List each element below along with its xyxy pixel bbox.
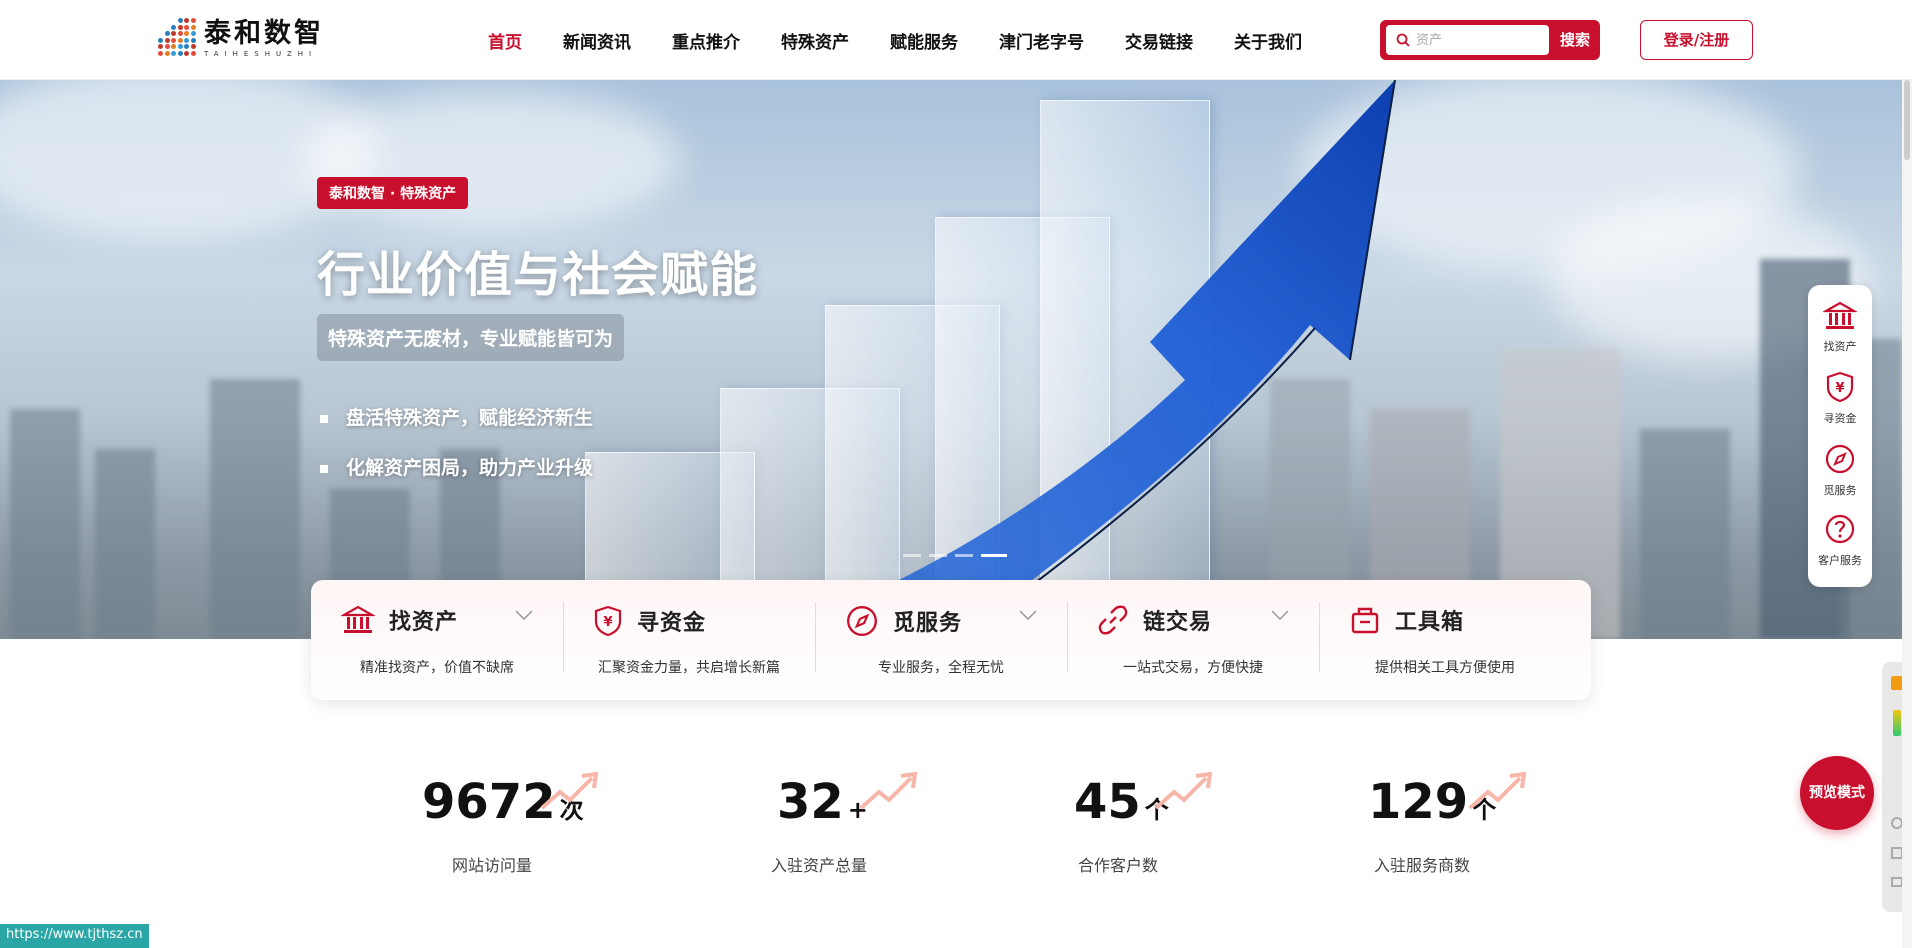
nav-item-news[interactable]: 新闻资讯 — [563, 28, 631, 53]
yuan-shield-icon: ¥ — [1826, 371, 1854, 403]
feature-find-assets[interactable]: 找资产 精准找资产，价值不缺席 — [311, 580, 563, 700]
carousel-dot[interactable] — [955, 554, 973, 557]
nav-item-trade-links[interactable]: 交易链接 — [1125, 28, 1193, 53]
feature-chain-trade[interactable]: 链交易 一站式交易，方便快捷 — [1067, 580, 1319, 700]
carousel-dots — [903, 554, 1015, 557]
logo[interactable]: 泰和数智 TAIHESHUZHI — [158, 18, 324, 58]
toolbox-icon — [1351, 607, 1379, 634]
bank-icon — [341, 605, 375, 633]
feature-toolbox[interactable]: 工具箱 提供相关工具方便使用 — [1319, 580, 1571, 700]
logo-name-en: TAIHESHUZHI — [204, 49, 318, 58]
search-input[interactable] — [1416, 32, 1536, 48]
preview-mode-button[interactable]: 预览模式 — [1800, 756, 1874, 830]
nav-item-featured[interactable]: 重点推介 — [672, 28, 740, 53]
side-item-find-assets[interactable]: 找资产 — [1808, 301, 1872, 354]
trend-up-icon — [859, 772, 918, 810]
page-scrollbar[interactable] — [1902, 80, 1912, 948]
scrollbar-thumb[interactable] — [1904, 80, 1910, 160]
nav-item-about[interactable]: 关于我们 — [1234, 28, 1302, 53]
status-bar-url: https://www.tjthsz.cn — [0, 924, 149, 948]
side-item-customer-service[interactable]: 客户服务 — [1808, 513, 1872, 568]
hero-badge: 泰和数智 · 特殊资产 — [317, 177, 469, 209]
side-item-find-funds[interactable]: ¥ 寻资金 — [1808, 371, 1872, 426]
feature-find-funds[interactable]: ¥ 寻资金 汇聚资金力量，共启增长新篇 — [563, 580, 815, 700]
search-icon — [1396, 33, 1410, 47]
main-nav: 首页 新闻资讯 重点推介 特殊资产 赋能服务 津门老字号 交易链接 关于我们 — [488, 0, 1343, 80]
trend-up-icon — [1154, 772, 1213, 810]
chevron-down-icon[interactable] — [1019, 610, 1037, 620]
question-icon — [1825, 514, 1855, 544]
search-bar: 搜索 — [1380, 20, 1600, 60]
carousel-dot[interactable] — [929, 554, 947, 557]
quick-side-panel: 找资产 ¥ 寻资金 觅服务 客户服务 — [1808, 285, 1872, 587]
chevron-down-icon[interactable] — [515, 610, 533, 620]
svg-text:¥: ¥ — [603, 615, 612, 630]
nav-item-time-honored[interactable]: 津门老字号 — [999, 28, 1084, 53]
stat-visits: 9672 次 网站访问量 — [422, 772, 599, 882]
compass-icon — [1825, 444, 1855, 474]
hero-title: 行业价值与社会赋能 — [317, 247, 759, 303]
trend-up-icon — [1468, 772, 1527, 810]
hero-bullet: 盘活特殊资产，赋能经济新生 — [320, 403, 593, 430]
bank-icon — [1821, 301, 1859, 329]
trend-up-icon — [540, 772, 599, 810]
compass-icon — [847, 606, 877, 636]
stat-providers: 129 个 入驻服务商数 — [1368, 772, 1527, 882]
hero-subtitle: 特殊资产无废材，专业赋能皆可为 — [317, 314, 625, 361]
stat-clients: 45 个 合作客户数 — [1074, 772, 1213, 882]
stat-assets: 32 + 入驻资产总量 — [771, 772, 918, 882]
nav-item-special-assets[interactable]: 特殊资产 — [781, 28, 849, 53]
carousel-dot-active[interactable] — [981, 554, 1007, 557]
carousel-dot[interactable] — [903, 554, 921, 557]
hero-banner: 泰和数智 · 特殊资产 行业价值与社会赋能 特殊资产无废材，专业赋能皆可为 盘活… — [0, 80, 1902, 639]
side-item-find-services[interactable]: 觅服务 — [1808, 443, 1872, 498]
chevron-down-icon[interactable] — [1271, 610, 1289, 620]
logo-name-cn: 泰和数智 — [204, 17, 324, 49]
search-box — [1386, 25, 1549, 55]
hero-bullet: 化解资产困局，助力产业升级 — [320, 453, 593, 480]
link-icon — [1098, 605, 1128, 635]
feature-find-services[interactable]: 觅服务 专业服务，全程无忧 — [815, 580, 1067, 700]
logo-mark-icon — [158, 18, 198, 58]
site-header: 泰和数智 TAIHESHUZHI 首页 新闻资讯 重点推介 特殊资产 赋能服务 … — [0, 0, 1912, 80]
feature-card: 找资产 精准找资产，价值不缺席 ¥ 寻资金 汇聚资金力量，共启增长新篇 觅服务 … — [311, 580, 1591, 700]
login-register-button[interactable]: 登录/注册 — [1640, 20, 1753, 60]
svg-text:¥: ¥ — [1835, 381, 1844, 396]
yuan-shield-icon: ¥ — [594, 605, 622, 637]
nav-item-services[interactable]: 赋能服务 — [890, 28, 958, 53]
meter-icon — [1893, 710, 1901, 736]
search-button[interactable]: 搜索 — [1550, 20, 1600, 60]
nav-item-home[interactable]: 首页 — [488, 28, 522, 53]
